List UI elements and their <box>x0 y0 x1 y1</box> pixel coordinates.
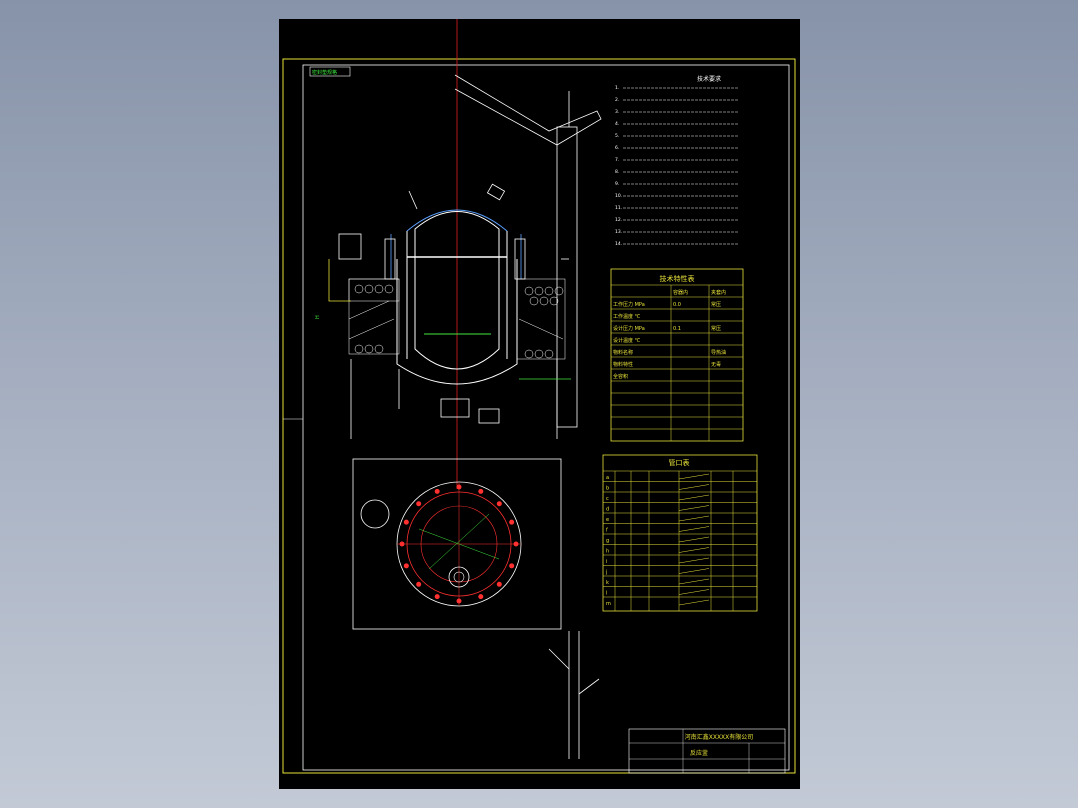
note-line: 8. <box>615 169 619 175</box>
bolt-hole <box>456 484 462 490</box>
spec-cell: 工作温度 ℃ <box>613 313 641 320</box>
spec-cell: 0.1 <box>673 326 681 332</box>
spec-table: 技术特性表 容器内 夹套内工作压力 MPa 0.0 常压工作温度 ℃设计压力 MPa 0… <box>610 268 744 442</box>
spec-cell: 设计温度 ℃ <box>613 337 641 344</box>
nozzle-row-label: i <box>606 559 607 565</box>
nozzle-row-label: j <box>605 570 607 576</box>
title-tag: 密封垫规格 <box>312 69 337 76</box>
company-name: 河南汇鑫XXXXX有限公司 <box>685 733 754 741</box>
note-line: 5. <box>615 133 619 139</box>
plan-view <box>360 481 522 607</box>
cad-drawing: 密封垫规格 H 技术要求 1.2.3.4.5.6.7.8.9.10.11.12.… <box>282 19 796 774</box>
bolt-hole <box>509 519 515 525</box>
bolt-hole <box>496 501 502 507</box>
spec-cell: 常压 <box>711 301 721 308</box>
spec-cell: 物料名称 <box>613 349 633 356</box>
bolt-hole <box>416 501 422 507</box>
detail-view <box>548 631 600 759</box>
spec-cell: 无毒 <box>711 361 721 368</box>
spec-cell: 工作压力 MPa <box>613 301 645 308</box>
bolt-hole <box>434 488 440 494</box>
spec-table-title: 技术特性表 <box>660 274 695 283</box>
nozzle-row-label: k <box>606 580 609 586</box>
notes-block: 1. 2. 3. 4. 5. 6. 7. 8. 9. 10. 11. 12. 13. 14. <box>615 85 739 247</box>
spec-cell: 常压 <box>711 325 721 332</box>
nozzle-row-label: g <box>606 538 609 544</box>
note-line: 7. <box>615 157 619 163</box>
note-line: 1. <box>615 85 619 91</box>
nozzle-table-title: 管口表 <box>669 458 690 467</box>
svg-text:H: H <box>315 315 321 319</box>
bolt-hole <box>496 581 502 587</box>
chute <box>454 74 602 428</box>
spec-header-cell: 容器内 <box>673 289 688 296</box>
bolt-hole <box>403 519 409 525</box>
note-line: 2. <box>615 97 619 103</box>
bolt-hole <box>478 488 484 494</box>
note-line: 14. <box>615 241 622 247</box>
note-line: 11. <box>615 205 622 211</box>
note-line: 12. <box>615 217 622 223</box>
bolt-hole <box>434 594 440 600</box>
nozzle-row-label: l <box>606 591 607 597</box>
note-line: 13. <box>615 229 622 235</box>
note-line: 4. <box>615 121 619 127</box>
drawing-name: 反应釜 <box>690 749 708 757</box>
note-line: 10. <box>615 193 622 199</box>
bolt-hole <box>509 563 515 569</box>
cad-drawing-sheet: 密封垫规格 H 技术要求 1. 2. 3. 4. 5. 6. 7. 8. 9. … <box>279 19 800 789</box>
insulation-right <box>516 278 566 360</box>
note-line: 3. <box>615 109 619 115</box>
bolt-hole <box>456 598 462 604</box>
spec-cell: 设计压力 MPa <box>613 325 645 332</box>
notes-title: 技术要求 <box>697 75 721 83</box>
nozzle-row-label: a <box>606 475 609 481</box>
spec-cell: 物料特性 <box>613 361 633 368</box>
bolt-hole <box>478 594 484 600</box>
nozzle-row-label: h <box>606 549 609 555</box>
spec-cell: 导热油 <box>711 349 726 356</box>
note-line: 6. <box>615 145 619 151</box>
outer-frame <box>282 58 796 774</box>
nozzle-table: 管口表 abcdefghijklm <box>602 454 758 612</box>
spec-cell: 0.0 <box>673 302 681 308</box>
spec-cell: 全容积 <box>613 373 628 380</box>
insulation-left <box>348 278 400 355</box>
nozzle-row-label: d <box>606 507 609 513</box>
title-block: 河南汇鑫XXXXX有限公司 反应釜 <box>628 728 786 774</box>
bolt-hole <box>513 541 519 547</box>
nozzle-row-label: c <box>606 496 609 502</box>
spec-header-cell: 夹套内 <box>711 289 726 296</box>
nozzle-row-label: m <box>606 601 611 607</box>
bolt-hole <box>416 581 422 587</box>
note-line: 9. <box>615 181 619 187</box>
inner-frame <box>302 64 790 771</box>
nozzle-row-label: e <box>606 517 609 523</box>
bolt-hole <box>399 541 405 547</box>
nozzle-row-label: f <box>606 528 608 534</box>
bolt-hole <box>403 563 409 569</box>
nozzle-row-label: b <box>606 486 609 492</box>
